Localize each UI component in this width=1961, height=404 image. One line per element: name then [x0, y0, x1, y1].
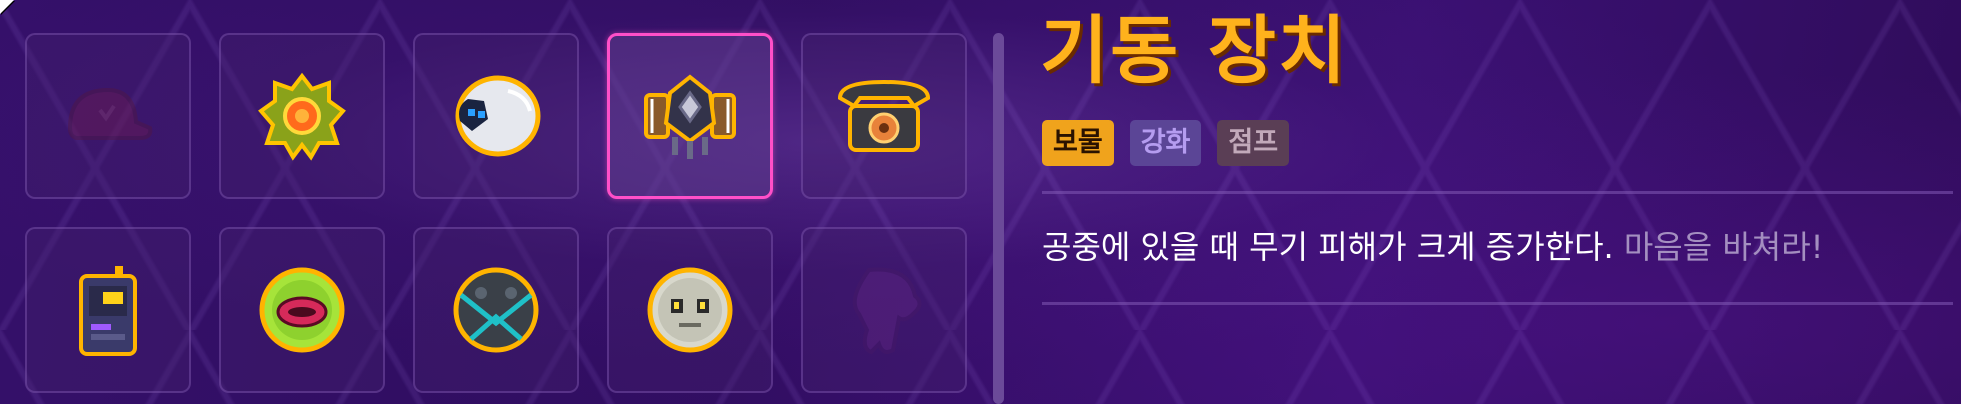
tag-list: 보물 강화 점프 [1042, 120, 1290, 166]
jetpack-icon [644, 74, 736, 159]
item-slot-7[interactable] [219, 227, 385, 393]
divider-top [1042, 191, 1953, 194]
flower-icon [258, 72, 346, 161]
item-slot-6[interactable] [25, 227, 191, 393]
ghost-icon [852, 267, 922, 355]
skull-coin-icon [647, 267, 733, 353]
item-slot-10[interactable] [801, 227, 967, 393]
tag-treasure: 보물 [1042, 120, 1114, 166]
item-slot-3[interactable] [413, 33, 579, 199]
mouse-cursor-icon [0, 0, 14, 14]
item-slot-9[interactable] [607, 227, 773, 393]
gameboy-icon [79, 266, 137, 356]
tag-jump: 점프 [1217, 120, 1290, 166]
white-orb-icon [455, 75, 541, 157]
item-title: 기동 장치 [1040, 8, 1349, 94]
item-grid [25, 33, 967, 393]
item-description: 공중에 있을 때 무기 피해가 크게 증가한다. 마음을 바쳐라! [1042, 222, 1824, 268]
item-slot-8[interactable] [413, 227, 579, 393]
telephone-icon [837, 79, 931, 152]
description-flavor: 마음을 바쳐라! [1623, 228, 1824, 266]
cap-icon [67, 87, 153, 140]
lips-orb-icon [259, 267, 345, 353]
panel-divider-scrollbar[interactable] [993, 33, 1004, 404]
item-slot-2[interactable] [219, 33, 385, 199]
description-main: 공중에 있을 때 무기 피해가 크게 증가한다. [1042, 228, 1614, 266]
item-slot-4-selected[interactable] [607, 33, 773, 199]
divider-bottom [1042, 302, 1953, 305]
dark-orb-icon [453, 267, 539, 353]
item-slot-5[interactable] [801, 33, 967, 199]
tag-upgrade: 강화 [1129, 120, 1202, 166]
item-slot-1[interactable] [25, 33, 191, 199]
